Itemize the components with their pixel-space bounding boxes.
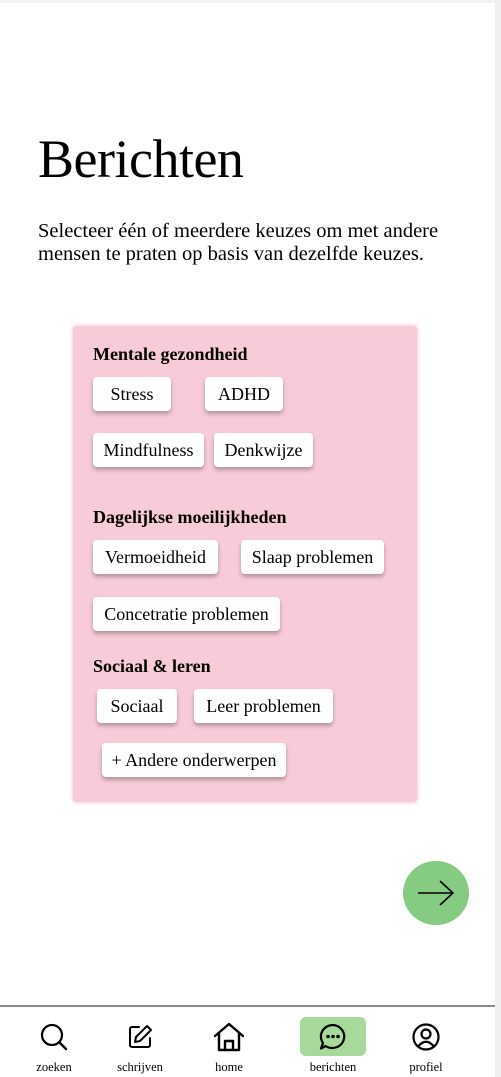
chip-adhd[interactable]: ADHD: [205, 377, 283, 411]
nav-item-home[interactable]: home: [189, 1007, 269, 1077]
chip-stress[interactable]: Stress: [93, 377, 171, 411]
nav-label: zoeken: [36, 1060, 72, 1074]
section-title-sociaal-leren: Sociaal & leren: [93, 656, 211, 676]
edit-icon: [129, 1024, 152, 1048]
profile-icon: [412, 1022, 440, 1051]
nav-label: profiel: [409, 1060, 443, 1074]
next-button[interactable]: [403, 861, 469, 925]
nav-label: home: [215, 1060, 243, 1074]
nav-item-berichten[interactable]: berichten: [293, 1007, 373, 1077]
section-title-dagelijkse-moeilijkheden: Dagelijkse moeilijkheden: [93, 507, 287, 527]
chip-vermoeidheid[interactable]: Vermoeidheid: [93, 540, 218, 574]
chip-denkwijze[interactable]: Denkwijze: [214, 433, 313, 467]
nav-item-schrijven[interactable]: schrijven: [100, 1007, 180, 1077]
top-divider: [0, 0, 501, 3]
section-title-mentale-gezondheid: Mentale gezondheid: [93, 344, 248, 364]
chip-mindfulness[interactable]: Mindfulness: [93, 433, 204, 467]
nav-item-profiel[interactable]: profiel: [386, 1007, 466, 1077]
chip-slaap-problemen[interactable]: Slaap problemen: [241, 540, 384, 574]
chip-sociaal[interactable]: Sociaal: [97, 689, 177, 723]
chat-icon: [319, 1023, 346, 1050]
nav-label: berichten: [309, 1060, 357, 1074]
bottom-nav: zoeken schrijven home berichten profiel: [0, 1007, 495, 1077]
add-topic-button[interactable]: + Andere onderwerpen: [102, 743, 286, 777]
home-icon: [213, 1022, 245, 1051]
intro-text: Selecteer één of meerdere keuzes om met …: [38, 220, 439, 265]
page-title: Berichten: [38, 129, 244, 189]
arrow-right-icon: [418, 880, 455, 906]
nav-label: schrijven: [117, 1060, 163, 1074]
scrollbar-track: [495, 0, 501, 1077]
search-icon: [40, 1023, 68, 1050]
chip-leer-problemen[interactable]: Leer problemen: [194, 689, 333, 723]
nav-item-zoeken[interactable]: zoeken: [14, 1007, 94, 1077]
chip-concetratie-problemen[interactable]: Concetratie problemen: [93, 597, 280, 631]
